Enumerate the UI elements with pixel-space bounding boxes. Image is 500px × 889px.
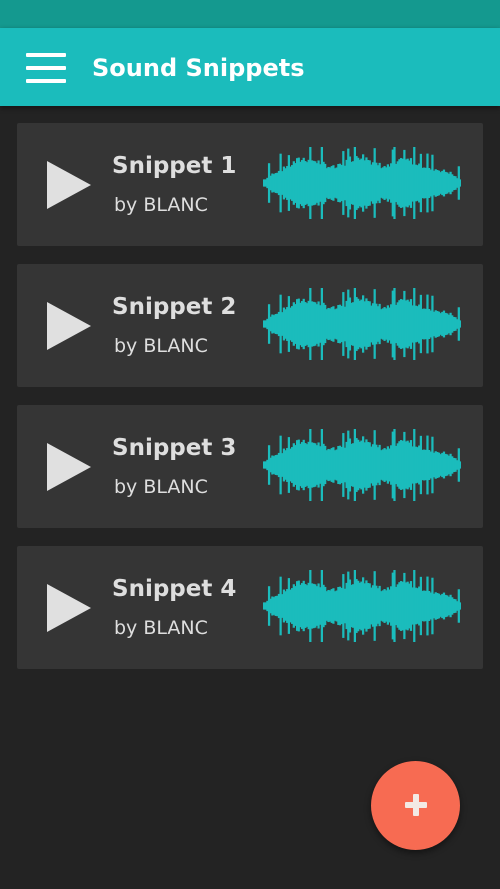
snippet-title: Snippet 1 bbox=[112, 153, 237, 179]
plus-icon bbox=[413, 794, 419, 816]
snippet-author: by BLANC bbox=[114, 476, 208, 498]
app-bar: Sound Snippets bbox=[0, 28, 500, 106]
play-icon[interactable] bbox=[43, 441, 95, 493]
snippet-card[interactable]: Snippet 3 by BLANC bbox=[17, 405, 483, 528]
snippet-title: Snippet 4 bbox=[112, 576, 237, 602]
snippet-card[interactable]: Snippet 1 by BLANC bbox=[17, 123, 483, 246]
play-icon[interactable] bbox=[43, 300, 95, 352]
menu-bar-line bbox=[26, 79, 66, 83]
snippet-card[interactable]: Snippet 4 by BLANC bbox=[17, 546, 483, 669]
snippet-card[interactable]: Snippet 2 by BLANC bbox=[17, 264, 483, 387]
snippet-title: Snippet 3 bbox=[112, 435, 237, 461]
play-icon[interactable] bbox=[43, 582, 95, 634]
hamburger-menu-icon[interactable] bbox=[26, 53, 66, 83]
app-title: Sound Snippets bbox=[92, 54, 305, 82]
waveform-graphic bbox=[263, 568, 461, 644]
waveform-graphic bbox=[263, 427, 461, 503]
snippet-author: by BLANC bbox=[114, 335, 208, 357]
snippet-title: Snippet 2 bbox=[112, 294, 237, 320]
snippet-list: Snippet 1 by BLANC Snippet 2 by BLANC Sn… bbox=[17, 123, 483, 687]
play-icon[interactable] bbox=[43, 159, 95, 211]
add-snippet-button[interactable] bbox=[371, 761, 460, 850]
menu-bar-line bbox=[26, 53, 66, 57]
status-bar bbox=[0, 0, 500, 28]
waveform-graphic bbox=[263, 145, 461, 221]
snippet-author: by BLANC bbox=[114, 194, 208, 216]
waveform-graphic bbox=[263, 286, 461, 362]
snippet-author: by BLANC bbox=[114, 617, 208, 639]
menu-bar-line bbox=[26, 66, 66, 70]
